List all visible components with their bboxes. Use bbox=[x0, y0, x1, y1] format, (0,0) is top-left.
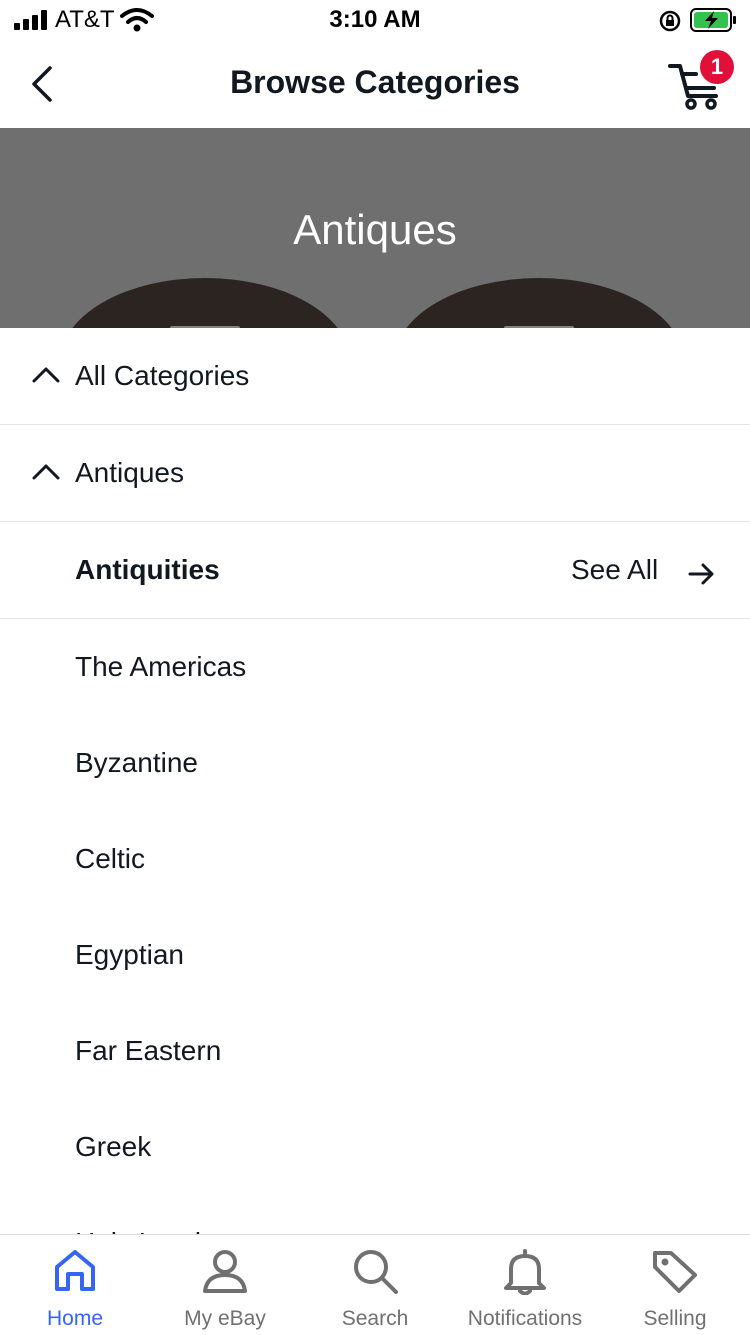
breadcrumb-all-categories[interactable]: All Categories bbox=[0, 328, 750, 425]
subcategory-label: The Americas bbox=[75, 651, 247, 682]
cart-count-badge: 1 bbox=[700, 50, 734, 84]
bell-icon bbox=[504, 1249, 546, 1295]
tag-icon bbox=[653, 1251, 697, 1293]
breadcrumb-label: Antiques bbox=[75, 457, 184, 488]
status-time: 3:10 AM bbox=[329, 6, 421, 33]
battery-charging-icon bbox=[690, 8, 736, 32]
subcategory-label: Far Eastern bbox=[75, 1035, 222, 1066]
hero-image-bowl bbox=[394, 278, 684, 328]
tab-label: My eBay bbox=[184, 1307, 266, 1330]
subcategory-label: Egyptian bbox=[75, 939, 184, 970]
page-title: Browse Categories bbox=[230, 64, 520, 100]
tab-label: Selling bbox=[643, 1307, 707, 1330]
current-category-row: Antiquities See All bbox=[0, 522, 750, 619]
tab-notifications[interactable]: Notifications bbox=[450, 1235, 600, 1335]
subcategory-item[interactable]: Far Eastern bbox=[0, 1003, 750, 1099]
subcategory-item[interactable]: Egyptian bbox=[0, 907, 750, 1003]
subcategory-label: Byzantine bbox=[75, 747, 198, 778]
search-icon bbox=[354, 1250, 398, 1294]
subcategory-item[interactable]: Celtic bbox=[0, 811, 750, 907]
subcategory-item[interactable]: The Americas bbox=[0, 619, 750, 715]
status-bar: AT&T 3:10 AM bbox=[0, 0, 750, 40]
chevron-up-icon bbox=[32, 367, 60, 383]
navigation-header: Browse Categories 1 bbox=[0, 40, 750, 129]
tab-my-ebay[interactable]: My eBay bbox=[150, 1235, 300, 1335]
home-icon bbox=[55, 1250, 95, 1291]
subcategory-item[interactable]: Byzantine bbox=[0, 715, 750, 811]
tab-label: Notifications bbox=[467, 1307, 583, 1330]
tab-home[interactable]: Home bbox=[0, 1235, 150, 1335]
hero-title: Antiques bbox=[293, 206, 457, 253]
see-all-link[interactable]: See All bbox=[571, 554, 658, 586]
tab-search[interactable]: Search bbox=[300, 1235, 450, 1335]
category-hero-banner: Antiques bbox=[0, 128, 750, 328]
subcategory-label: Celtic bbox=[75, 843, 146, 874]
rotation-lock-icon bbox=[659, 10, 681, 32]
bottom-tab-bar: Home My eBay Search Notifications Sellin… bbox=[0, 1234, 750, 1335]
arrow-right-icon[interactable] bbox=[688, 562, 716, 586]
category-list: All Categories Antiques Antiquities See … bbox=[0, 328, 750, 1291]
tab-label: Search bbox=[341, 1307, 409, 1330]
breadcrumb-label: All Categories bbox=[75, 360, 250, 391]
tab-selling[interactable]: Selling bbox=[600, 1235, 750, 1335]
subcategory-label: Greek bbox=[75, 1131, 152, 1162]
chevron-up-icon bbox=[32, 464, 60, 480]
person-icon bbox=[203, 1250, 247, 1293]
breadcrumb-antiques[interactable]: Antiques bbox=[0, 425, 750, 522]
subcategory-item[interactable]: Greek bbox=[0, 1099, 750, 1195]
current-category-label: Antiquities bbox=[75, 554, 220, 585]
hero-image-bowl bbox=[60, 278, 350, 328]
tab-label: Home bbox=[46, 1307, 104, 1330]
